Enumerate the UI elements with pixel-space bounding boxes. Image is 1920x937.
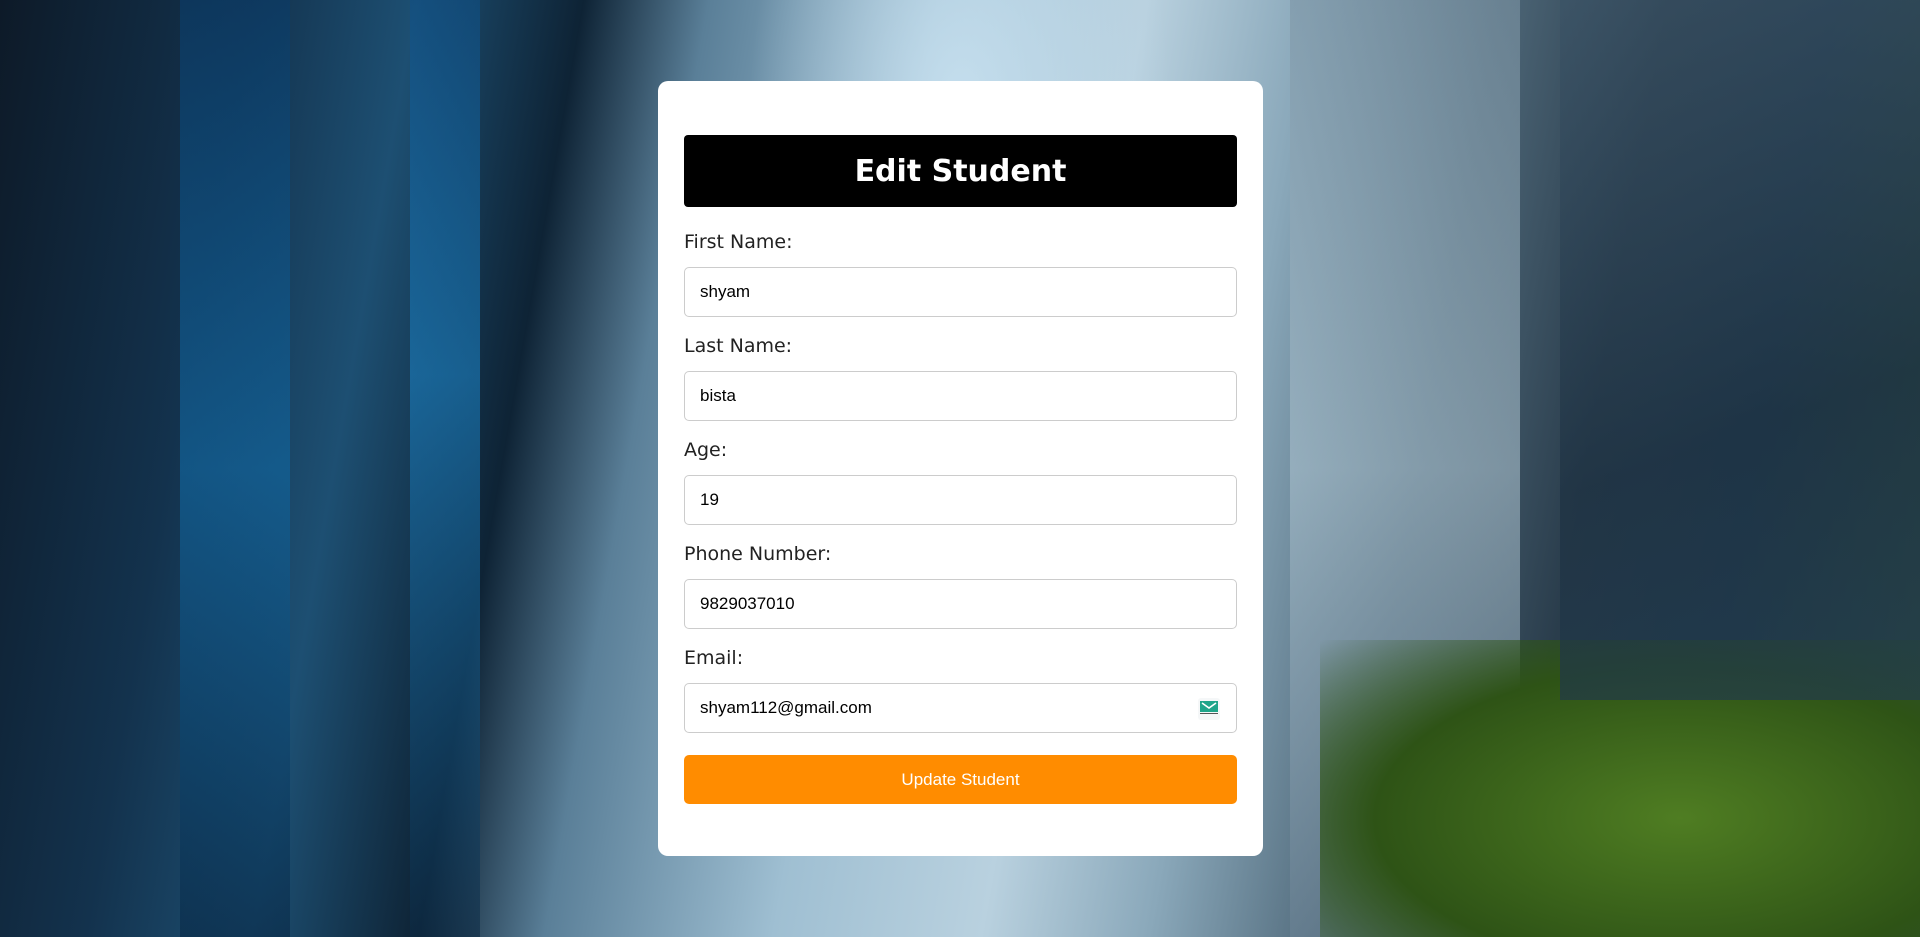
page-title: Edit Student xyxy=(684,135,1237,207)
edit-student-card: Edit Student First Name: shyam Last Name… xyxy=(658,81,1263,856)
age-label: Age: xyxy=(684,439,728,461)
first-name-label: First Name: xyxy=(684,231,793,253)
email-value: shyam112@gmail.com xyxy=(700,698,872,717)
last-name-label: Last Name: xyxy=(684,335,793,357)
first-name-input[interactable]: shyam xyxy=(684,267,1237,317)
phone-field: Phone Number: 9829037010 xyxy=(684,541,1237,629)
email-field: Email: shyam112@gmail.com xyxy=(684,645,1237,733)
email-label: Email: xyxy=(684,647,744,669)
temp-mail-envelope-icon[interactable] xyxy=(1198,698,1220,720)
phone-label: Phone Number: xyxy=(684,543,832,565)
last-name-input[interactable]: bista xyxy=(684,371,1237,421)
first-name-field: First Name: shyam xyxy=(684,229,1237,317)
last-name-field: Last Name: bista xyxy=(684,333,1237,421)
phone-input[interactable]: 9829037010 xyxy=(684,579,1237,629)
age-input[interactable]: 19 xyxy=(684,475,1237,525)
update-student-button[interactable]: Update Student xyxy=(684,755,1237,804)
email-input[interactable]: shyam112@gmail.com xyxy=(684,683,1237,733)
age-field: Age: 19 xyxy=(684,437,1237,525)
